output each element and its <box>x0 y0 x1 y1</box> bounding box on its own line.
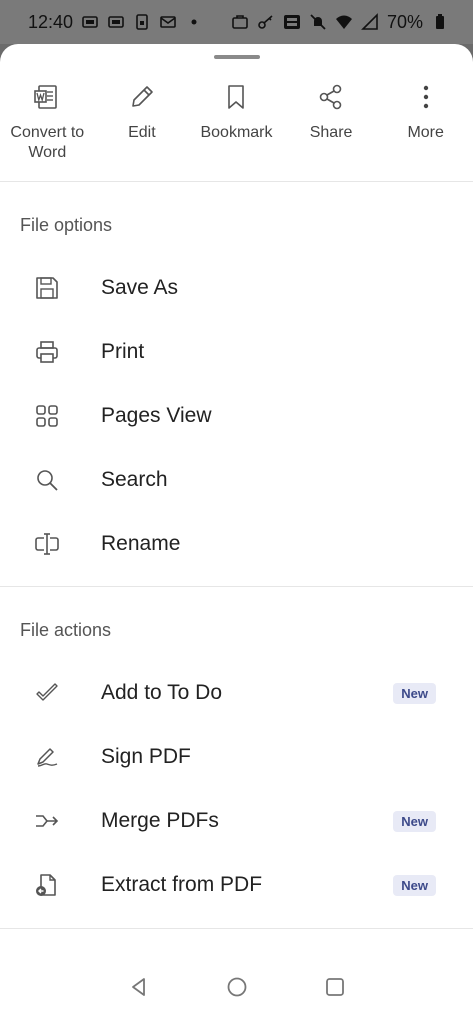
volte-icon <box>283 13 301 31</box>
edit-label: Edit <box>128 124 156 141</box>
merge-icon <box>32 806 62 836</box>
bottom-sheet: Convert to Word Edit Bookmark Share More <box>0 44 473 1024</box>
more-button[interactable]: More <box>378 82 473 182</box>
word-icon <box>33 82 61 112</box>
key-icon <box>257 13 275 31</box>
add-to-todo-item[interactable]: Add to To Do New <box>0 661 473 725</box>
status-right: 70% <box>231 12 449 33</box>
sign-pdf-item[interactable]: Sign PDF <box>0 725 473 789</box>
print-item[interactable]: Print <box>0 320 473 384</box>
dot-icon <box>185 13 203 31</box>
edit-button[interactable]: Edit <box>95 82 190 182</box>
share-button[interactable]: Share <box>284 82 379 182</box>
merge-pdfs-label: Merge PDFs <box>101 809 219 832</box>
recents-button[interactable] <box>322 974 348 1000</box>
pages-view-label: Pages View <box>101 404 212 427</box>
signal-icon <box>361 13 379 31</box>
status-time: 12:40 <box>28 11 74 32</box>
new-badge: New <box>393 874 436 896</box>
print-label: Print <box>101 340 145 363</box>
share-icon <box>317 82 345 112</box>
home-button[interactable] <box>224 974 250 1000</box>
convert-to-word-label: Convert to Word <box>10 124 85 161</box>
add-to-todo-label: Add to To Do <box>101 681 223 704</box>
grid-icon <box>32 401 62 431</box>
rename-label: Rename <box>101 532 181 555</box>
printer-icon <box>32 337 62 367</box>
sim-icon <box>133 13 151 31</box>
rename-icon <box>32 529 62 559</box>
save-icon <box>32 273 62 303</box>
divider <box>0 586 473 587</box>
back-button[interactable] <box>126 974 152 1000</box>
new-badge: New <box>393 810 436 832</box>
extract-file-icon <box>32 870 62 900</box>
file-actions-title: File actions <box>20 620 112 640</box>
save-as-item[interactable]: Save As <box>0 256 473 320</box>
home-circle-icon <box>227 977 246 997</box>
status-left: 12:40 <box>28 12 203 33</box>
file-options-title: File options <box>20 215 113 235</box>
todo-check-icon <box>32 678 62 708</box>
quick-actions-row: Convert to Word Edit Bookmark Share More <box>0 82 473 182</box>
rename-item[interactable]: Rename <box>0 512 473 576</box>
battery-icon <box>431 13 449 31</box>
divider <box>0 181 473 182</box>
battery-percent: 70% <box>386 11 423 32</box>
share-label: Share <box>309 124 353 141</box>
system-nav-bar <box>0 950 473 1024</box>
more-label: More <box>407 124 444 141</box>
briefcase-icon <box>231 13 249 31</box>
search-item[interactable]: Search <box>0 448 473 512</box>
search-label: Search <box>101 468 168 491</box>
pencil-icon <box>128 82 156 112</box>
drag-handle[interactable] <box>214 55 260 59</box>
new-badge: New <box>393 682 436 704</box>
status-bar: 12:40 70% <box>0 0 473 44</box>
search-icon <box>32 465 62 495</box>
merge-pdfs-item[interactable]: Merge PDFs New <box>0 789 473 853</box>
extract-from-pdf-item[interactable]: Extract from PDF New <box>0 853 473 917</box>
bookmark-button[interactable]: Bookmark <box>189 82 284 182</box>
back-triangle-icon <box>131 978 145 996</box>
mail-icon <box>159 13 177 31</box>
signature-icon <box>32 742 62 772</box>
bookmark-label: Bookmark <box>200 124 273 141</box>
mute-icon <box>309 13 327 31</box>
divider <box>0 928 473 929</box>
pages-view-item[interactable]: Pages View <box>0 384 473 448</box>
notification-icon <box>107 13 125 31</box>
wifi-icon <box>335 13 353 31</box>
extract-from-pdf-label: Extract from PDF <box>101 873 263 896</box>
sign-pdf-label: Sign PDF <box>101 745 191 768</box>
bookmark-icon <box>222 82 250 112</box>
notification-icon <box>81 13 99 31</box>
recents-square-icon <box>325 978 344 996</box>
save-as-label: Save As <box>101 276 179 299</box>
more-vertical-icon <box>412 82 440 112</box>
convert-to-word-button[interactable]: Convert to Word <box>0 82 95 182</box>
